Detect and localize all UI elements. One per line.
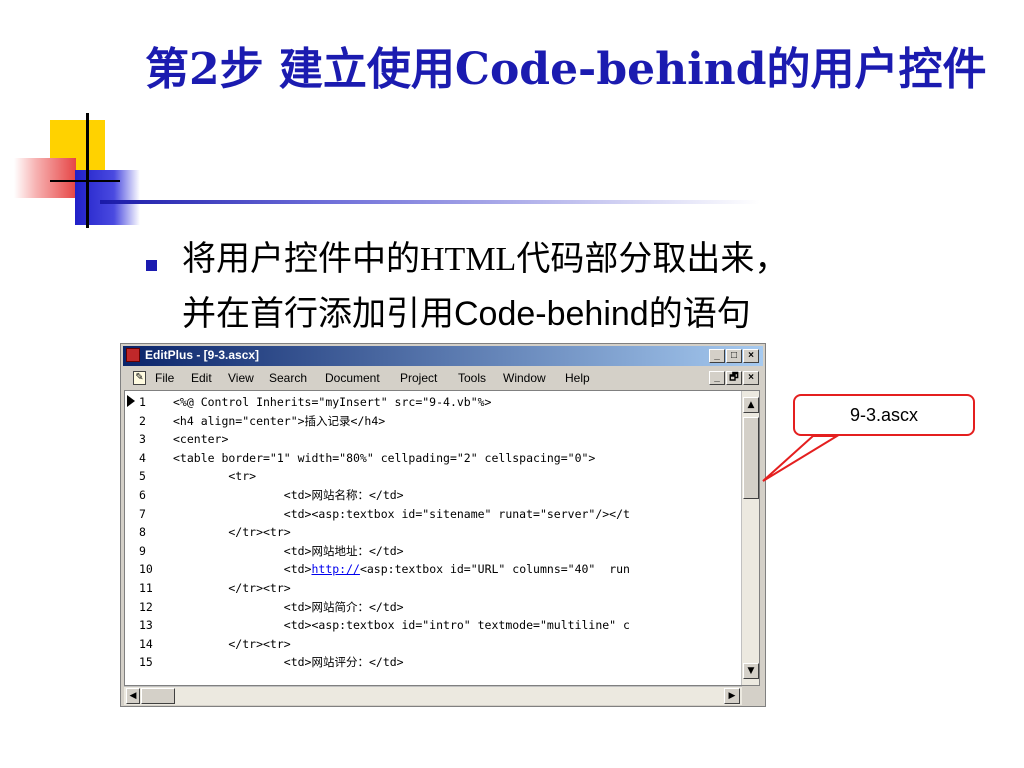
horizontal-scrollbar[interactable]: ◀ ▶ — [124, 686, 742, 705]
line-number: 13 — [139, 618, 153, 633]
logo-red-bar — [14, 158, 76, 198]
scroll-left-arrow-icon[interactable]: ◀ — [126, 688, 140, 704]
line-number: 3 — [139, 432, 146, 447]
line-number: 7 — [139, 506, 146, 521]
menu-tools[interactable]: Tools — [458, 371, 486, 385]
bullet-line-2: 并在首行添加引用Code-behind的语句 — [182, 287, 1002, 341]
menu-project[interactable]: Project — [400, 371, 437, 385]
logo-horizontal-line — [50, 180, 120, 182]
bullet-line-1-part-c: 代码部分取出来， — [516, 239, 789, 279]
horizontal-scrollbar-thumb[interactable] — [141, 688, 175, 704]
code-text: <center> — [173, 432, 229, 447]
window-titlebar[interactable]: EditPlus - [9-3.ascx] _ □ × — [123, 346, 763, 366]
line-number: 11 — [139, 581, 153, 595]
bullet-line-1-part-a: 将用户控件中的 — [182, 239, 420, 279]
bullet-line-1: 将用户控件中的HTML代码部分取出来， — [182, 232, 1002, 287]
bullet-line-2-part-c: 的语句 — [648, 294, 751, 334]
menu-edit[interactable]: Edit — [191, 371, 212, 385]
window-title: EditPlus - [9-3.ascx] — [145, 348, 260, 362]
scroll-up-arrow-icon[interactable]: ▲ — [743, 397, 759, 413]
doc-minimize-button[interactable]: _ — [709, 371, 725, 385]
menu-document[interactable]: Document — [325, 371, 380, 385]
logo-vertical-line — [86, 113, 89, 228]
code-text: <%@ Control Inherits="myInsert" src="9-4… — [173, 395, 492, 409]
doc-close-button[interactable]: × — [743, 371, 759, 385]
code-text: <td>网站名称：</td> — [173, 488, 404, 502]
line-number: 1 — [139, 395, 146, 409]
line-number: 5 — [139, 469, 146, 484]
minimize-button[interactable]: _ — [709, 349, 725, 363]
line-number: 14 — [139, 636, 153, 651]
code-text: <td>网站简介：</td> — [173, 599, 404, 614]
code-text: </tr><tr> — [173, 525, 291, 540]
code-text: <td><asp:textbox id="intro" textmode="mu… — [173, 618, 630, 633]
bullet-line-2-code-behind: Code-behind — [454, 295, 649, 333]
document-icon: ✎ — [133, 371, 146, 385]
slide-title: 第2步 建立使用Code-behind的用户控件 — [145, 44, 987, 95]
code-text: <td>网站评分：</td> — [173, 655, 404, 670]
bullet-marker — [146, 260, 157, 271]
filename-callout: 9-3.ascx — [793, 394, 975, 436]
scroll-down-arrow-icon[interactable]: ▼ — [743, 663, 759, 679]
maximize-button[interactable]: □ — [726, 349, 742, 363]
code-text: <h4 align="center">插入记录</h4> — [173, 413, 386, 428]
code-text: <td>http://<asp:textbox id="URL" columns… — [173, 560, 630, 579]
code-text: </tr><tr> — [173, 581, 291, 595]
editplus-window: EditPlus - [9-3.ascx] _ □ × ✎ File Edit … — [120, 343, 766, 707]
line-number: 4 — [139, 450, 146, 465]
bullet-text: 将用户控件中的HTML代码部分取出来， 并在首行添加引用Code-behind的… — [182, 232, 1002, 341]
current-line-marker-icon — [127, 395, 135, 407]
menu-bar: ✎ File Edit View Search Document Project… — [123, 368, 763, 388]
line-number: 15 — [139, 655, 153, 670]
menu-search[interactable]: Search — [269, 371, 307, 385]
code-text: <td>网站地址：</td> — [173, 543, 404, 558]
close-button[interactable]: × — [743, 349, 759, 363]
logo-blue-square — [75, 170, 140, 225]
code-text: </tr><tr> — [173, 636, 291, 651]
scroll-right-arrow-icon[interactable]: ▶ — [724, 688, 740, 704]
line-number: 12 — [139, 599, 153, 614]
code-text: <td><asp:textbox id="sitename" runat="se… — [173, 506, 630, 521]
code-text-segment: <asp:textbox id="URL" columns="40" run — [359, 562, 630, 577]
code-text: <tr> — [173, 469, 257, 484]
menu-file[interactable]: File — [155, 371, 174, 385]
bullet-line-1-html: HTML — [420, 241, 517, 278]
code-editor[interactable]: 1 <%@ Control Inherits="myInsert" src="9-… — [124, 390, 760, 686]
line-number: 6 — [139, 488, 146, 502]
editplus-app-icon — [126, 348, 140, 362]
line-number: 9 — [139, 543, 146, 558]
menu-view[interactable]: View — [228, 371, 254, 385]
line-number: 2 — [139, 413, 146, 428]
code-text-segment: <td> — [173, 562, 312, 577]
line-number: 8 — [139, 525, 146, 540]
code-hyperlink[interactable]: http:// — [311, 562, 359, 576]
menu-window[interactable]: Window — [503, 371, 546, 385]
title-underline — [100, 200, 980, 204]
code-text: <table border="1" width="80%" cellpading… — [173, 450, 596, 465]
doc-restore-button[interactable]: 🗗 — [726, 371, 742, 385]
bullet-line-2-part-a: 并在首行添加引用 — [182, 294, 454, 334]
line-number: 10 — [139, 562, 153, 577]
menu-help[interactable]: Help — [565, 371, 590, 385]
